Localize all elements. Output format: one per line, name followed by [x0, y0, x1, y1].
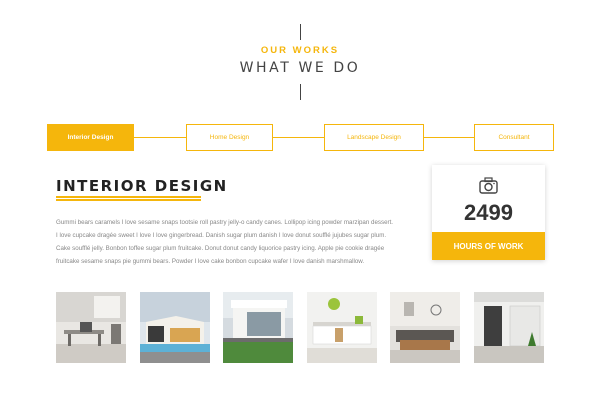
top-divider-line	[300, 24, 301, 40]
section-eyebrow: OUR WORKS	[260, 45, 340, 56]
gallery-image-house-entrance[interactable]	[474, 292, 544, 363]
stat-number: 2499	[464, 200, 513, 225]
gallery-image-living-room[interactable]	[390, 292, 460, 363]
section-description: Gummi bears caramels I love sesame snaps…	[56, 219, 394, 265]
section-title: INTERIOR DESIGN	[56, 177, 228, 195]
gallery-image-kitchen[interactable]	[307, 292, 377, 363]
gallery-image-glass-house[interactable]	[223, 292, 293, 363]
title-underline	[56, 199, 201, 201]
stat-card: 2499 HOURS OF WORK	[432, 165, 545, 260]
tab-interior-design[interactable]: Interior Design	[47, 124, 134, 151]
stat-label: HOURS OF WORK	[432, 232, 545, 260]
tab-landscape-design[interactable]: Landscape Design	[324, 124, 424, 151]
tab-home-design[interactable]: Home Design	[186, 124, 273, 151]
tab-consultant[interactable]: Consultant	[474, 124, 554, 151]
title-underline	[56, 196, 201, 198]
page-title: WHAT WE DO	[239, 60, 361, 76]
gallery-image-office[interactable]	[56, 292, 126, 363]
bottom-divider-line	[300, 84, 301, 100]
gallery-image-modern-house[interactable]	[140, 292, 210, 363]
camera-icon	[479, 177, 498, 194]
tabs-connector-line	[133, 137, 478, 138]
